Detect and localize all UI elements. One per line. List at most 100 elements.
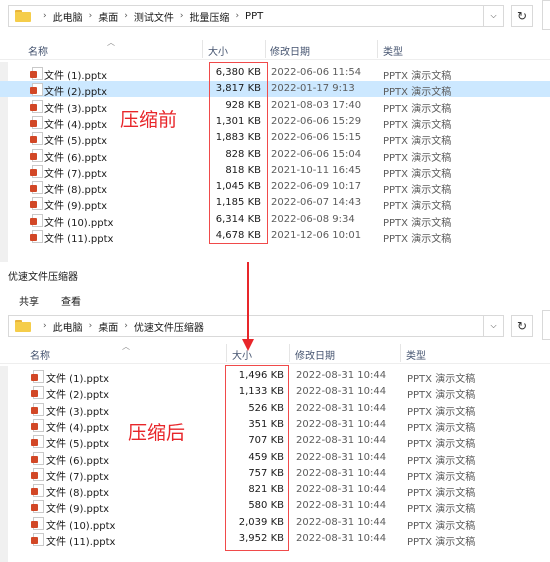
refresh-icon[interactable]: ↻	[511, 5, 533, 27]
file-type: PPTX 演示文稿	[407, 504, 476, 516]
column-header-date[interactable]: 修改日期	[295, 347, 335, 362]
file-type: PPTX 演示文稿	[407, 520, 476, 532]
file-name: 文件 (4).pptx	[46, 422, 110, 434]
file-modified-date: 2022-01-17 9:13	[271, 83, 355, 95]
breadcrumb-item[interactable]: 桌面	[98, 9, 118, 24]
file-modified-date: 2022-08-31 10:44	[296, 516, 387, 528]
chevron-down-icon[interactable]: ⌵	[484, 315, 504, 337]
breadcrumb-item[interactable]: 此电脑	[53, 9, 83, 24]
file-row[interactable]: 文件 (4).pptx 1,301 KB 2022-06-06 15:29 PPTX …	[0, 114, 550, 131]
breadcrumb-item[interactable]: 此电脑	[53, 319, 83, 334]
size-highlight-box	[225, 365, 289, 551]
pptx-file-icon	[31, 386, 44, 400]
pptx-file-icon	[30, 148, 43, 162]
file-name: 文件 (11).pptx	[46, 537, 116, 548]
column-header-name[interactable]: 名称	[28, 43, 48, 58]
column-divider[interactable]	[400, 344, 401, 362]
breadcrumb-item[interactable]: 桌面	[98, 319, 118, 334]
column-header-row: 名称 ︿ 大小 修改日期 类型	[0, 342, 550, 364]
file-type: PPTX 演示文稿	[383, 185, 452, 197]
file-type: PPTX 演示文稿	[383, 168, 452, 180]
chevron-right-icon: ›	[235, 11, 240, 21]
file-row[interactable]: 文件 (3).pptx 928 KB 2021-08-03 17:40 PPTX 演示…	[0, 98, 550, 115]
breadcrumb-item[interactable]: 优速文件压缩器	[134, 319, 204, 334]
file-modified-date: 2022-08-31 10:44	[296, 386, 387, 398]
file-modified-date: 2022-08-31 10:44	[296, 451, 387, 463]
file-row[interactable]: 文件 (7).pptx 818 KB 2021-10-11 16:45 PPTX 演示…	[0, 163, 550, 180]
chevron-right-icon: ›	[179, 11, 184, 21]
file-row[interactable]: 文件 (10).pptx 6,314 KB 2022-06-08 9:34 PPTX …	[0, 212, 550, 229]
pptx-file-icon	[30, 99, 43, 113]
pptx-file-icon	[31, 418, 44, 432]
chevron-right-icon: ›	[88, 321, 93, 331]
address-bar[interactable]: › 此电脑 › 桌面 › 测试文件 › 批量压缩 › PPT	[8, 5, 484, 27]
file-row[interactable]: 文件 (8).pptx 1,045 KB 2022-06-09 10:17 PPTX …	[0, 179, 550, 197]
annotation-label: 压缩前	[120, 109, 178, 131]
chevron-right-icon: ›	[124, 321, 128, 331]
pptx-file-icon	[30, 115, 43, 129]
breadcrumb-item[interactable]: 测试文件	[134, 9, 174, 24]
breadcrumb-item[interactable]: 批量压缩	[189, 9, 229, 24]
pptx-file-icon	[30, 132, 43, 146]
file-name: 文件 (3).pptx	[46, 406, 110, 418]
file-modified-date: 2022-08-31 10:44	[296, 402, 387, 414]
column-header-size[interactable]: 大小	[208, 43, 228, 58]
breadcrumb-item[interactable]: PPT	[245, 11, 263, 22]
file-type: PPTX 演示文稿	[407, 374, 476, 385]
file-type: PPTX 演示文稿	[407, 422, 476, 434]
address-bar-row: › 此电脑 › 桌面 › 测试文件 › 批量压缩 › PPT ⌵ ↻	[0, 0, 550, 30]
file-modified-date: 2021-10-11 16:45	[271, 164, 362, 176]
file-type: PPTX 演示文稿	[383, 136, 452, 148]
file-modified-date: 2022-08-31 10:44	[296, 370, 387, 381]
file-name: 文件 (4).pptx	[44, 119, 108, 131]
file-type: PPTX 演示文稿	[407, 406, 476, 418]
column-divider[interactable]	[265, 40, 266, 58]
column-divider[interactable]	[202, 40, 203, 58]
file-modified-date: 2022-06-08 9:34	[271, 213, 355, 225]
file-name: 文件 (5).pptx	[46, 439, 110, 451]
chevron-down-icon[interactable]: ⌵	[484, 5, 504, 27]
file-name: 文件 (1).pptx	[46, 374, 110, 385]
chevron-right-icon: ›	[43, 321, 47, 331]
annotation-arrow	[247, 262, 249, 342]
file-name: 文件 (6).pptx	[44, 152, 108, 164]
column-divider[interactable]	[289, 344, 290, 362]
address-bar[interactable]: › 此电脑 › 桌面 › 优速文件压缩器	[8, 315, 484, 337]
tab-view[interactable]: 查看	[61, 293, 81, 308]
file-row[interactable]: 文件 (5).pptx 1,883 KB 2022-06-06 15:15 PPTX …	[0, 130, 550, 148]
file-row[interactable]: 文件 (1).pptx 6,380 KB 2022-06-06 11:54 PPTX …	[0, 65, 550, 82]
column-header-date[interactable]: 修改日期	[270, 43, 310, 58]
refresh-icon[interactable]: ↻	[511, 315, 533, 337]
file-row[interactable]: 文件 (9).pptx 1,185 KB 2022-06-07 14:43 PPTX …	[0, 195, 550, 212]
ribbon-tabs: 共享 查看	[0, 290, 550, 310]
column-divider[interactable]	[226, 344, 227, 362]
column-header-type[interactable]: 类型	[406, 347, 426, 362]
search-box[interactable]	[542, 310, 550, 340]
file-row[interactable]: 文件 (11).pptx 4,678 KB 2021-12-06 10:01 PPTX…	[0, 228, 550, 245]
file-row[interactable]: 文件 (2).pptx 3,817 KB 2022-01-17 9:13 PPTX 演…	[0, 81, 550, 99]
file-row[interactable]: 文件 (6).pptx 828 KB 2022-06-06 15:04 PPTX 演示…	[0, 147, 550, 164]
file-name: 文件 (10).pptx	[46, 520, 116, 532]
file-type: PPTX 演示文稿	[383, 87, 452, 99]
file-name: 文件 (5).pptx	[44, 136, 108, 148]
sort-caret-icon: ︿	[122, 342, 130, 351]
file-modified-date: 2022-08-31 10:44	[296, 500, 387, 512]
file-name: 文件 (6).pptx	[46, 455, 110, 467]
column-divider[interactable]	[377, 40, 378, 58]
file-name: 文件 (10).pptx	[44, 217, 114, 229]
tab-share[interactable]: 共享	[19, 293, 39, 308]
file-modified-date: 2022-08-31 10:44	[296, 467, 387, 479]
pptx-file-icon	[30, 197, 43, 211]
file-modified-date: 2022-06-06 15:04	[271, 148, 362, 160]
file-modified-date: 2021-12-06 10:01	[271, 230, 362, 241]
pptx-file-icon	[30, 83, 43, 97]
file-type: PPTX 演示文稿	[383, 103, 452, 115]
file-type: PPTX 演示文稿	[383, 234, 452, 245]
column-header-row: 名称 ︿ 大小 修改日期 类型	[0, 38, 550, 60]
file-type: PPTX 演示文稿	[407, 537, 476, 548]
column-header-name[interactable]: 名称	[30, 347, 50, 362]
file-type: PPTX 演示文稿	[383, 217, 452, 229]
search-box[interactable]	[542, 0, 550, 30]
column-header-type[interactable]: 类型	[383, 43, 403, 58]
file-name: 文件 (8).pptx	[44, 185, 108, 197]
